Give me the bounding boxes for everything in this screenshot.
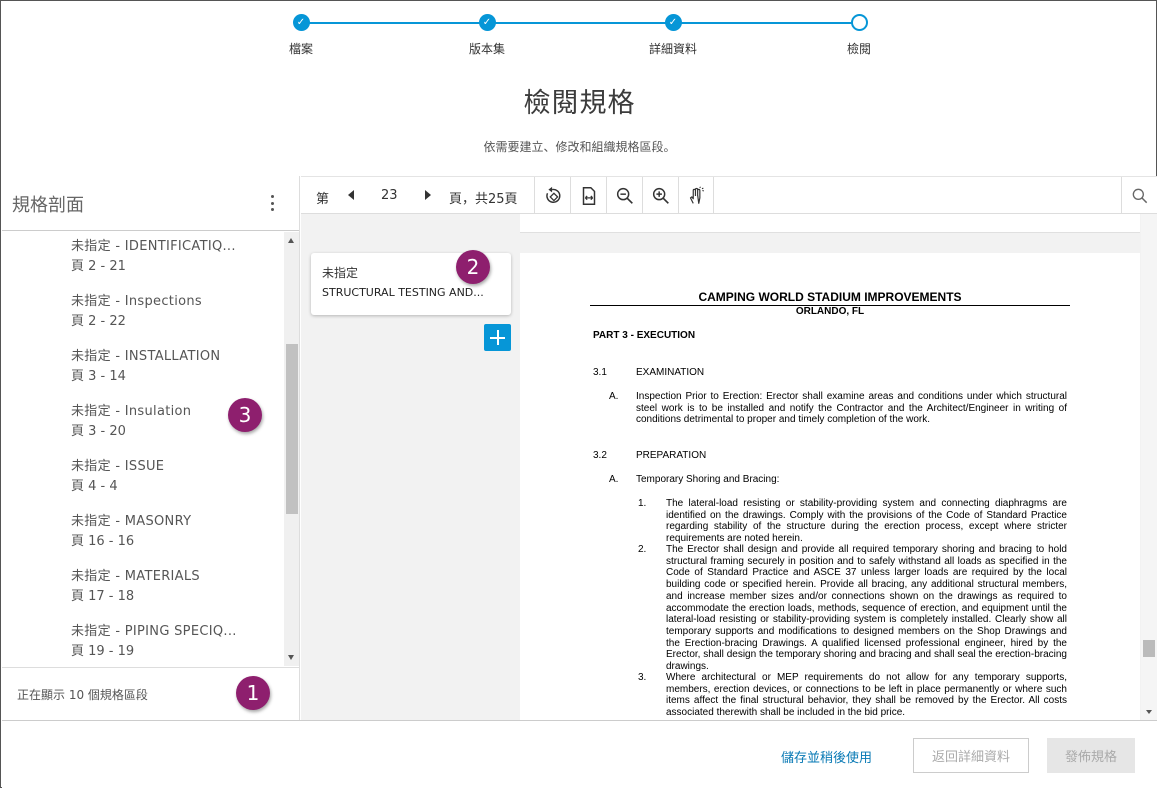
step-review[interactable]: 檢閱 [799, 14, 919, 57]
paragraph: Temporary Shoring and Bracing: [636, 474, 780, 485]
section-count: 正在顯示 10 個規格區段 [17, 688, 148, 702]
list-item[interactable]: 未指定 - INSTALLATION 頁 3 - 14 [2, 342, 284, 397]
save-and-continue-later-button[interactable]: 儲存並稍後使用 [781, 747, 872, 766]
section-list: 未指定 - IDENTIFICATIQ... 頁 2 - 21 未指定 - In… [2, 232, 284, 666]
step-files[interactable]: ✓ 檔案 [241, 14, 361, 57]
paragraph: The lateral-load resisting or stability-… [666, 498, 1067, 545]
section-name: 未指定 - MASONRY [71, 514, 192, 529]
doc-subtitle: ORLANDO, FL [795, 306, 865, 317]
scroll-thumb[interactable] [1143, 640, 1155, 657]
section-pages: 頁 2 - 21 [71, 259, 126, 274]
step-label: 檢閱 [846, 42, 871, 56]
check-icon: ✓ [292, 14, 310, 31]
step-label: 詳細資料 [648, 42, 697, 56]
step-label: 版本集 [468, 42, 505, 56]
section-pages: 頁 2 - 22 [71, 314, 126, 329]
list-scrollbar[interactable] [284, 232, 299, 666]
pan-button[interactable] [678, 177, 714, 214]
section-name: 未指定 - Inspections [71, 294, 202, 309]
item-letter: A. [609, 474, 619, 485]
doc-part: PART 3 - EXECUTION [593, 330, 696, 341]
panel-title: 規格剖面 [12, 195, 84, 216]
list-item[interactable]: 未指定 - ISSUE 頁 4 - 4 [2, 452, 284, 507]
step-label: 檔案 [288, 42, 313, 56]
current-page-input[interactable]: 23 [381, 188, 398, 203]
publish-specs-button[interactable]: 發佈規格 [1047, 738, 1135, 773]
prev-page-icon[interactable] [348, 190, 354, 200]
section-name: 未指定 - INSTALLATION [71, 349, 221, 364]
section-pages: 頁 16 - 16 [71, 534, 135, 549]
callout-badge-3: 3 [228, 398, 262, 432]
progress-stepper: ✓ 檔案 ✓ 版本集 ✓ 詳細資料 檢閱 [1, 1, 1157, 71]
step-details[interactable]: ✓ 詳細資料 [613, 14, 733, 57]
document-scrollbar[interactable] [1141, 214, 1157, 720]
item-letter: A. [609, 391, 619, 402]
item-number: 3. [638, 672, 647, 683]
section-pages: 頁 4 - 4 [71, 479, 118, 494]
fit-width-button[interactable] [570, 177, 606, 214]
fit-width-icon [582, 186, 595, 205]
document-viewer: 第 23 頁，共25頁 未指定 STRUCTURAL TESTING AND..… [301, 176, 1157, 720]
app-window: ✓ 檔案 ✓ 版本集 ✓ 詳細資料 檢閱 檢閱規格 依需要建立、修改和組織規格區… [0, 0, 1157, 788]
more-options-icon[interactable] [265, 192, 279, 214]
section-heading: EXAMINATION [636, 367, 705, 378]
search-button[interactable] [1121, 177, 1157, 214]
check-icon: ✓ [478, 14, 496, 31]
add-section-button[interactable] [484, 324, 511, 351]
section-name: 未指定 - ISSUE [71, 459, 165, 474]
section-number: 3.2 [593, 450, 607, 461]
list-item[interactable]: 未指定 - MASONRY 頁 16 - 16 [2, 507, 284, 562]
section-heading: PREPARATION [636, 450, 707, 461]
previous-page-edge [520, 214, 1140, 233]
scroll-up-icon[interactable] [288, 238, 294, 243]
item-number: 1. [638, 498, 647, 509]
list-item[interactable]: 未指定 - IDENTIFICATIQ... 頁 2 - 21 [2, 232, 284, 287]
card-title: STRUCTURAL TESTING AND... [322, 286, 484, 299]
section-pages: 頁 17 - 18 [71, 589, 135, 604]
section-pages: 頁 19 - 19 [71, 644, 135, 659]
next-page-icon[interactable] [425, 190, 431, 200]
list-item[interactable]: 未指定 - Inspections 頁 2 - 22 [2, 287, 284, 342]
callout-badge-1: 1 [236, 676, 270, 710]
section-name: 未指定 - MATERIALS [71, 569, 200, 584]
zoom-out-icon [616, 187, 633, 204]
scroll-thumb[interactable] [286, 344, 298, 514]
callout-badge-2: 2 [456, 250, 490, 284]
viewer-toolbar: 第 23 頁，共25頁 [301, 176, 1157, 214]
panel-header: 規格剖面 [2, 176, 299, 231]
step-version-set[interactable]: ✓ 版本集 [427, 14, 547, 57]
pan-hand-icon [689, 185, 704, 204]
footer-bar: 儲存並稍後使用 返回詳細資料 發佈規格 [2, 720, 1157, 788]
zoom-in-button[interactable] [642, 177, 678, 214]
item-number: 2. [638, 544, 647, 555]
list-item[interactable]: 未指定 - MATERIALS 頁 17 - 18 [2, 562, 284, 617]
spec-sections-panel: 規格剖面 未指定 - IDENTIFICATIQ... 頁 2 - 21 未指定… [2, 176, 300, 720]
document-page: CAMPING WORLD STADIUM IMPROVEMENTS ORLAN… [520, 253, 1140, 720]
check-icon: ✓ [664, 14, 682, 31]
paragraph: Inspection Prior to Erection: Erector sh… [636, 391, 1067, 426]
stepper-line [301, 22, 859, 24]
section-name: 未指定 - PIPING SPECIQ... [71, 624, 237, 639]
page-prefix: 第 [316, 192, 330, 207]
page-subtitle: 依需要建立、修改和組織規格區段。 [483, 140, 676, 154]
zoom-in-icon [652, 187, 669, 204]
doc-title: CAMPING WORLD STADIUM IMPROVEMENTS [590, 290, 1070, 306]
zoom-out-button[interactable] [606, 177, 642, 214]
paragraph: Where architectural or MEP requirements … [666, 672, 1067, 719]
current-step-icon [850, 14, 868, 31]
list-item[interactable]: 未指定 - PIPING SPECIQ... 頁 19 - 19 [2, 617, 284, 666]
section-number: 3.1 [593, 367, 607, 378]
rotate-icon [545, 186, 560, 203]
section-pages: 頁 3 - 14 [71, 369, 126, 384]
page-suffix: 頁，共25頁 [449, 192, 518, 207]
back-to-details-button[interactable]: 返回詳細資料 [913, 738, 1029, 773]
rotate-button[interactable] [534, 177, 570, 214]
search-icon [1132, 188, 1147, 203]
section-name: 未指定 - IDENTIFICATIQ... [71, 239, 236, 254]
scroll-down-icon[interactable] [1146, 710, 1152, 714]
page-title: 檢閱規格 [523, 88, 636, 119]
scroll-down-icon[interactable] [288, 655, 294, 660]
paragraph: The Erector shall design and provide all… [666, 544, 1067, 673]
